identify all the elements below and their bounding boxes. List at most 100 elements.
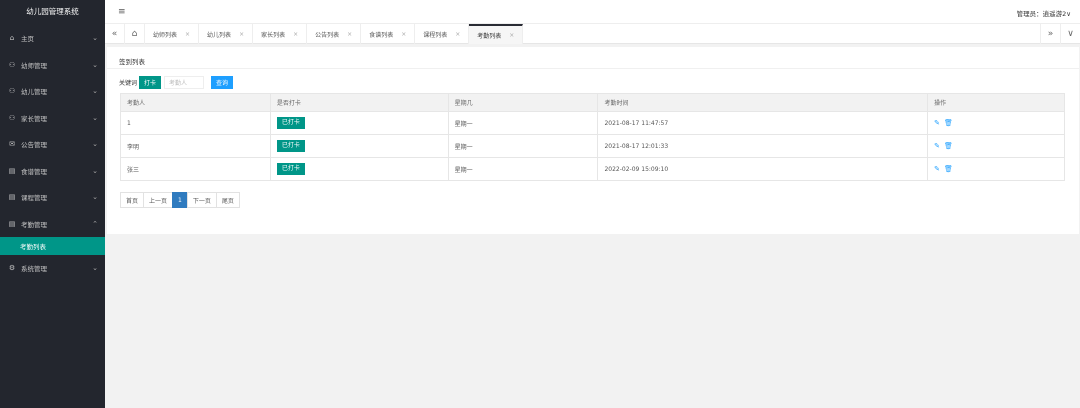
column-header[interactable]: 考勤时间 — [597, 93, 929, 112]
sidebar-item-recipes[interactable]: ▤ 食谱管理 ⌄ — [0, 158, 105, 185]
sidebar-item-label: 幼师管理 — [21, 61, 47, 70]
delete-icon[interactable]: 🗑 — [944, 142, 953, 150]
table-row: 张三 已打卡 星期一 2022-02-09 15:09:10 ✎ 🗑 — [120, 157, 1065, 181]
sidebar-item-label: 幼儿管理 — [21, 88, 47, 97]
top-header: ≡ 管理员：逍遥游2∨ — [105, 0, 1080, 24]
close-icon[interactable]: × — [239, 31, 244, 38]
page-last-button[interactable]: 尾页 — [215, 192, 240, 208]
tab-notices[interactable]: 公告列表 × — [307, 24, 362, 44]
close-icon[interactable]: × — [509, 32, 514, 39]
page-first-button[interactable]: 首页 — [120, 192, 145, 208]
close-icon[interactable]: × — [401, 31, 406, 38]
tab-parents[interactable]: 家长列表 × — [253, 24, 308, 44]
cell-time: 2021-08-17 12:01:33 — [597, 134, 929, 158]
sidebar-item-notices[interactable]: ✉ 公告管理 ⌄ — [0, 131, 105, 158]
chevron-down-icon: ⌄ — [92, 60, 98, 69]
cell-actions: ✎ 🗑 — [927, 134, 1065, 158]
cell-name: 李明 — [120, 134, 271, 158]
cell-time: 2021-08-17 11:47:57 — [597, 111, 929, 135]
close-icon[interactable]: × — [347, 31, 352, 38]
chevron-down-icon: ⌄ — [92, 34, 98, 43]
user-menu[interactable]: 管理员：逍遥游2∨ — [1017, 8, 1071, 18]
card-title: 签到列表 — [119, 58, 145, 66]
cell-weekday: 星期一 — [447, 157, 599, 181]
edit-icon[interactable]: ✎ — [934, 165, 940, 173]
user-icon: ⚇ — [8, 87, 16, 96]
tab-prev-icon[interactable]: « — [105, 24, 125, 44]
attendance-table: 考勤人 是否打卡 星期几 考勤时间 操作 1 已打卡 星期一 2021-08-1… — [120, 93, 1065, 181]
search-input[interactable]: 考勤人 — [164, 76, 205, 89]
tab-label: 课程列表 — [423, 31, 448, 39]
close-icon[interactable]: × — [293, 31, 298, 38]
table-row: 李明 已打卡 星期一 2021-08-17 12:01:33 ✎ 🗑 — [120, 134, 1065, 158]
tab-label: 幼儿列表 — [207, 31, 232, 39]
table-header-row: 考勤人 是否打卡 星期几 考勤时间 操作 — [120, 93, 1065, 112]
sidebar-item-label: 公告管理 — [21, 141, 47, 150]
column-header: 操作 — [927, 93, 1065, 112]
tab-children[interactable]: 幼儿列表 × — [199, 24, 254, 44]
delete-icon[interactable]: 🗑 — [944, 119, 953, 127]
page-current[interactable]: 1 — [172, 192, 188, 208]
user-icon: ⚇ — [8, 60, 16, 69]
cell-time: 2022-02-09 15:09:10 — [597, 157, 929, 181]
list-icon: ▤ — [8, 166, 16, 175]
page-prev-button[interactable]: 上一页 — [143, 192, 174, 208]
sidebar-item-home[interactable]: ⌂ 主页 ⌄ — [0, 25, 105, 52]
sidebar-item-system[interactable]: ⚙ 系统管理 ⌄ — [0, 255, 105, 282]
tab-list: 幼师列表 × 幼儿列表 × 家长列表 × 公告列表 × 食谱列表 × 课程列表 × 考勤列表… — [145, 24, 524, 44]
edit-icon[interactable]: ✎ — [934, 142, 940, 150]
user-icon: ⚇ — [8, 113, 16, 122]
tab-label: 幼师列表 — [153, 31, 178, 39]
tab-recipes[interactable]: 食谱列表 × — [361, 24, 416, 44]
tab-next-icon[interactable]: » — [1040, 24, 1060, 44]
mail-icon: ✉ — [9, 140, 15, 149]
sidebar-item-parents[interactable]: ⚇ 家长管理 ⌄ — [0, 105, 105, 132]
chevron-down-icon: ∨ — [1066, 10, 1071, 18]
column-header[interactable]: 星期几 — [447, 93, 599, 112]
cell-name: 1 — [120, 111, 271, 135]
chevron-down-icon: ⌄ — [92, 166, 98, 175]
column-header[interactable]: 是否打卡 — [269, 93, 449, 112]
cell-status: 已打卡 — [269, 111, 449, 135]
cell-actions: ✎ 🗑 — [927, 111, 1065, 135]
home-tab-icon[interactable]: ⌂ — [125, 24, 145, 44]
tab-teachers[interactable]: 幼师列表 × — [145, 24, 200, 44]
gear-icon: ⚙ — [8, 264, 16, 273]
sidebar-item-children[interactable]: ⚇ 幼儿管理 ⌄ — [0, 78, 105, 105]
menu-toggle-icon[interactable]: ≡ — [118, 7, 126, 17]
column-header[interactable]: 考勤人 — [120, 93, 271, 112]
list-icon: ▤ — [8, 219, 16, 228]
delete-icon[interactable]: 🗑 — [944, 165, 953, 173]
sidebar-item-attendance[interactable]: ▤ 考勤管理 ⌃ — [0, 211, 105, 238]
sidebar-item-label: 家长管理 — [21, 114, 47, 123]
tab-courses[interactable]: 课程列表 × — [415, 24, 470, 44]
edit-icon[interactable]: ✎ — [934, 119, 940, 127]
sidebar-item-label: 主页 — [21, 35, 34, 44]
cell-status: 已打卡 — [269, 134, 449, 158]
sidebar-item-label: 食谱管理 — [21, 167, 47, 176]
tab-label: 家长列表 — [261, 31, 286, 39]
tab-more-icon[interactable]: ∨ — [1060, 24, 1080, 44]
cell-weekday: 星期一 — [447, 111, 599, 135]
query-button[interactable]: 查询 — [211, 76, 234, 89]
sidebar-subitem-attendance-list[interactable]: 考勤列表 — [0, 237, 105, 255]
close-icon[interactable]: × — [455, 31, 460, 38]
tab-label: 食谱列表 — [369, 31, 394, 39]
chevron-up-icon: ⌃ — [92, 219, 98, 228]
pagination: 首页 上一页 1 下一页 尾页 — [120, 192, 240, 208]
sidebar-item-label: 系统管理 — [21, 265, 47, 274]
content-card: 签到列表 关键词 打卡 考勤人 查询 考勤人 是否打卡 星期几 考勤时间 操作 … — [107, 47, 1079, 234]
close-icon[interactable]: × — [185, 31, 190, 38]
sidebar-item-teachers[interactable]: ⚇ 幼师管理 ⌄ — [0, 52, 105, 79]
tab-attendance[interactable]: 考勤列表 × — [469, 24, 524, 44]
status-badge: 已打卡 — [276, 140, 305, 152]
page-next-button[interactable]: 下一页 — [186, 192, 217, 208]
search-label: 关键词 — [119, 80, 138, 87]
checkin-button[interactable]: 打卡 — [139, 76, 162, 89]
cell-status: 已打卡 — [269, 157, 449, 181]
status-badge: 已打卡 — [276, 163, 305, 175]
sidebar-item-courses[interactable]: ▤ 课程管理 ⌄ — [0, 184, 105, 211]
tab-label: 公告列表 — [315, 31, 340, 39]
cell-name: 张三 — [120, 157, 271, 181]
search-bar: 关键词 打卡 考勤人 查询 — [119, 76, 234, 89]
